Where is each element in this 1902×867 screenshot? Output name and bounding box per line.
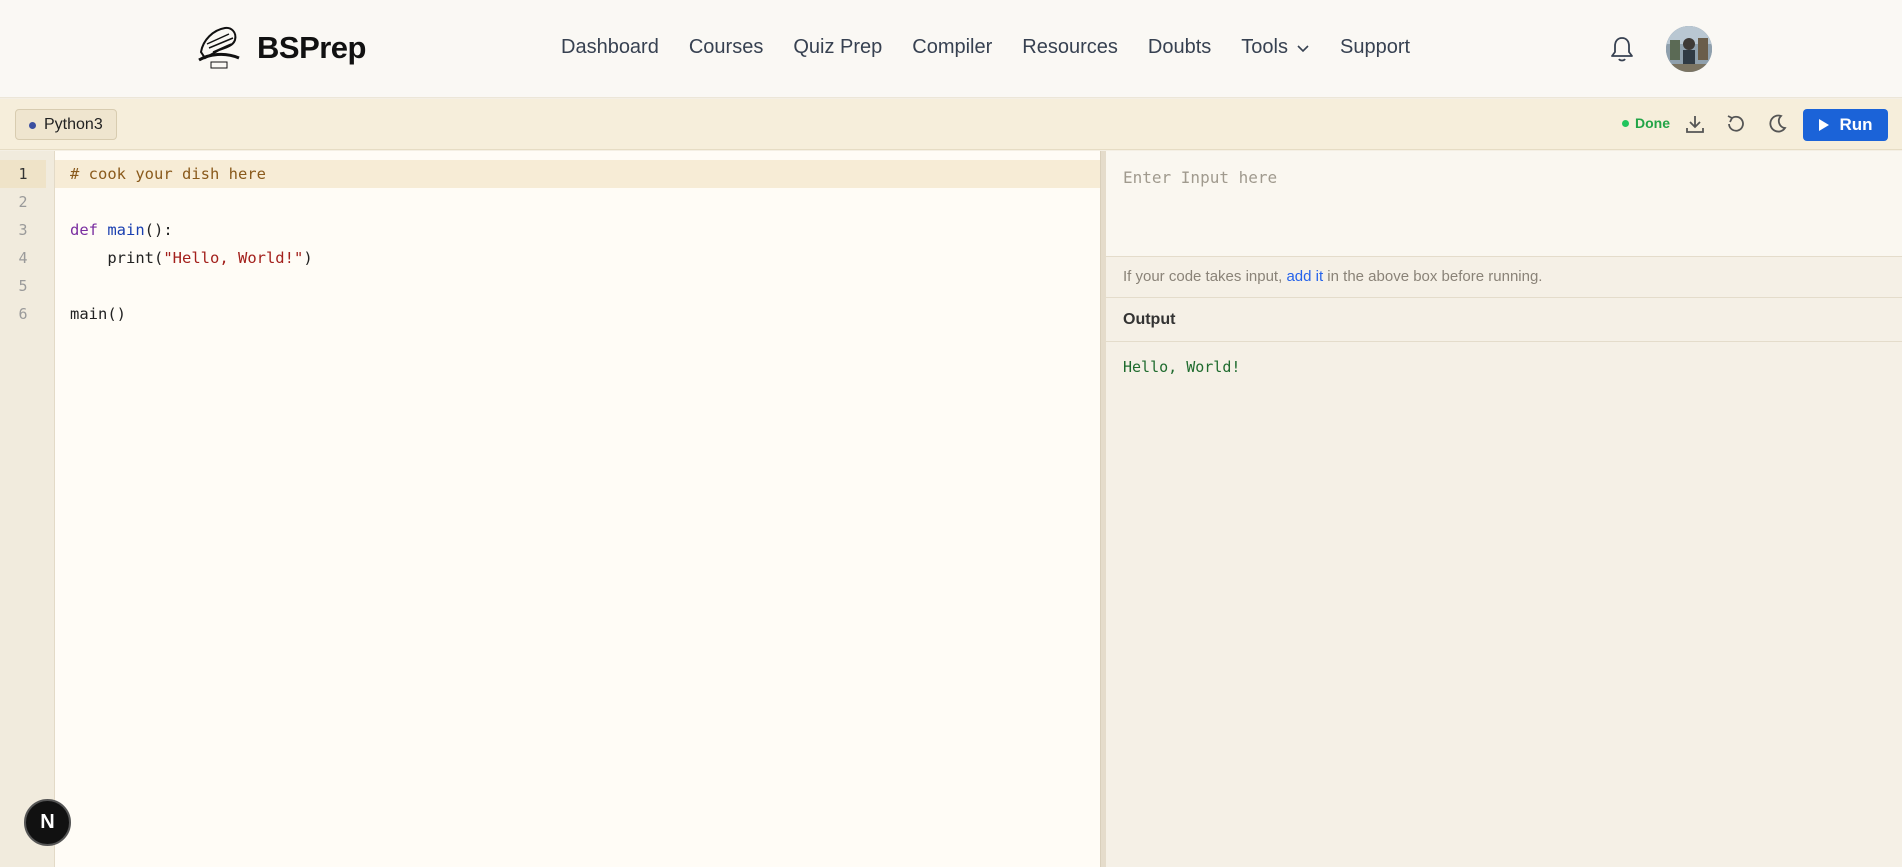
- code-line: main(): [70, 300, 126, 328]
- nav-item-dashboard[interactable]: Dashboard: [561, 36, 659, 59]
- code-keyword: def: [70, 221, 98, 239]
- nav-item-doubts[interactable]: Doubts: [1148, 36, 1211, 59]
- line-number: 5: [18, 277, 28, 295]
- code-line: def main():: [70, 216, 173, 244]
- download-icon[interactable]: [1683, 112, 1707, 136]
- brand-name: BSPrep: [257, 30, 366, 65]
- chevron-down-icon: [1297, 44, 1309, 52]
- code-editor[interactable]: 1 2 3 4 5 6 # cook your dish here def ma…: [0, 151, 1100, 867]
- play-icon: [1819, 119, 1830, 131]
- stdin-box: [1106, 151, 1902, 257]
- nav-item-resources[interactable]: Resources: [1022, 36, 1118, 59]
- language-label: Python3: [44, 116, 103, 133]
- run-status: Done: [1622, 115, 1670, 131]
- nav-item-label: Dashboard: [561, 36, 659, 58]
- code-text: print(: [70, 249, 164, 267]
- status-dot: [1622, 119, 1629, 127]
- nav-item-quiz-prep[interactable]: Quiz Prep: [793, 36, 882, 59]
- code-text: ): [303, 249, 313, 267]
- brand-logo[interactable]: BSPrep: [195, 22, 366, 74]
- input-hint: If your code takes input, add it in the …: [1123, 268, 1542, 285]
- io-panel: If your code takes input, add it in the …: [1106, 151, 1902, 867]
- line-number: 2: [18, 193, 28, 211]
- nav-item-label: Courses: [688, 36, 764, 58]
- code-text: main(): [70, 305, 126, 323]
- code-line: # cook your dish here: [70, 160, 266, 188]
- output-text: Hello, World!: [1123, 358, 1241, 376]
- hint-text: in the above box before running.: [1323, 268, 1543, 285]
- code-string: "Hello, World!": [163, 249, 304, 267]
- line-number: 3: [18, 221, 28, 239]
- language-selector[interactable]: Python3: [15, 109, 117, 140]
- avatar-photo: [1666, 26, 1712, 72]
- line-gutter: 1 2 3 4 5 6: [0, 151, 55, 867]
- nav-item-label: Resources: [1022, 36, 1118, 58]
- bell-icon[interactable]: [1608, 34, 1636, 64]
- main-nav: Dashboard Courses Quiz Prep Compiler Res…: [561, 36, 1440, 59]
- editor-toolbar: Python3 Done Run: [0, 99, 1902, 150]
- nav-item-support[interactable]: Support: [1340, 36, 1410, 59]
- nav-item-label: Doubts: [1147, 36, 1212, 58]
- line-number: 6: [18, 305, 28, 323]
- reset-icon[interactable]: [1724, 112, 1748, 136]
- run-label: Run: [1839, 115, 1873, 134]
- hint-text: If your code takes input,: [1123, 268, 1287, 285]
- nav-item-label: Support: [1339, 36, 1411, 58]
- nav-item-courses[interactable]: Courses: [689, 36, 763, 59]
- nav-item-label: Tools: [1241, 36, 1288, 58]
- status-label: Done: [1635, 115, 1670, 131]
- nav-item-label: Quiz Prep: [793, 36, 883, 58]
- top-navbar: BSPrep Dashboard Courses Quiz Prep Compi…: [0, 0, 1902, 98]
- output-heading: Output: [1106, 297, 1902, 342]
- language-dot: [29, 122, 36, 129]
- nav-item-label: Compiler: [912, 36, 993, 58]
- nav-item-compiler[interactable]: Compiler: [912, 36, 992, 59]
- user-avatar[interactable]: [1666, 26, 1712, 72]
- nav-item-tools[interactable]: Tools: [1241, 36, 1310, 59]
- floating-n-badge[interactable]: N: [24, 799, 71, 846]
- stdin-input[interactable]: [1106, 151, 1902, 256]
- code-comment: # cook your dish here: [70, 165, 266, 183]
- add-input-link[interactable]: add it: [1286, 268, 1323, 285]
- code-function-name: main: [107, 221, 145, 239]
- line-number: 1: [0, 160, 46, 188]
- run-button[interactable]: Run: [1803, 109, 1888, 141]
- logo-handshake-icon: [198, 26, 240, 69]
- dark-mode-icon[interactable]: [1765, 112, 1789, 136]
- code-line: print("Hello, World!"): [70, 244, 313, 272]
- line-number: 4: [18, 249, 28, 267]
- code-text: ():: [144, 221, 173, 239]
